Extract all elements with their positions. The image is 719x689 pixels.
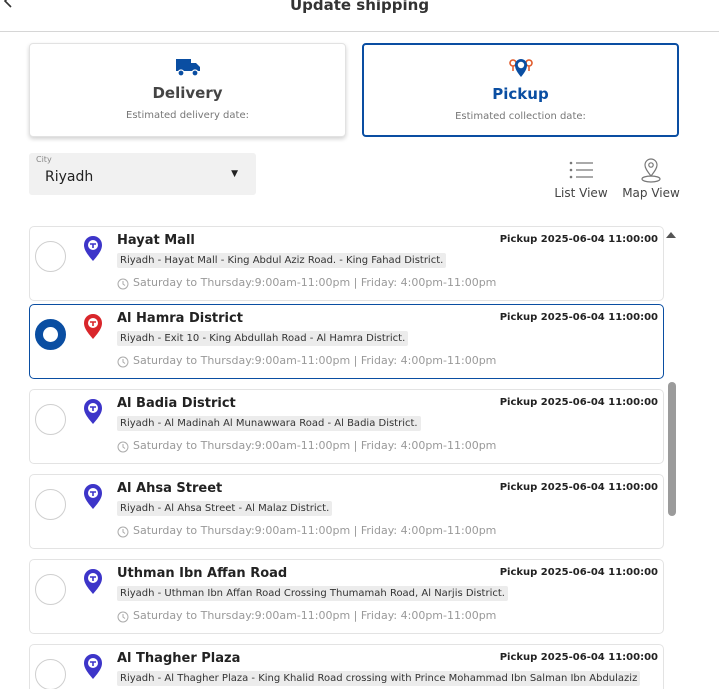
update-shipping-page: Update shipping Delivery Estimated deliv…	[0, 0, 719, 689]
store-pickup-date: Pickup 2025-06-04 11:00:00	[499, 567, 658, 578]
list-icon	[569, 161, 593, 179]
store-pickup-date: Pickup 2025-06-04 11:00:00	[499, 397, 658, 408]
store-hours: Saturday to Thursday:9:00am-11:00pm | Fr…	[133, 354, 497, 367]
store-pickup-date: Pickup 2025-06-04 11:00:00	[499, 234, 658, 245]
city-select[interactable]: City Riyadh ▼	[29, 153, 256, 195]
delivery-estimate-label: Estimated delivery date:	[126, 110, 249, 121]
pickup-option-card[interactable]: Pickup Estimated collection date:	[362, 43, 679, 137]
store-name: Al Thagher Plaza	[117, 651, 241, 666]
store-card[interactable]: Uthman Ibn Affan Road Pickup 2025-06-04 1…	[29, 559, 664, 634]
store-radio[interactable]	[35, 241, 66, 272]
city-value: Riyadh	[45, 169, 94, 185]
map-view-button[interactable]: Map View	[620, 158, 682, 202]
map-pin-icon	[641, 158, 661, 183]
truck-icon	[175, 59, 200, 77]
store-card[interactable]: Al Badia District Pickup 2025-06-04 11:00…	[29, 389, 664, 464]
clock-icon	[117, 611, 129, 623]
pickup-estimate-label: Estimated collection date:	[455, 111, 586, 122]
store-address: Riyadh - Al Madinah Al Munawwara Road - …	[117, 416, 421, 431]
list-view-label: List View	[554, 186, 608, 200]
list-view-button[interactable]: List View	[553, 158, 609, 202]
store-name: Al Ahsa Street	[117, 481, 223, 496]
store-pin-icon	[84, 654, 102, 679]
delivery-title: Delivery	[152, 84, 223, 102]
store-name: Uthman Ibn Affan Road	[117, 566, 288, 581]
city-label: City	[36, 155, 52, 164]
store-pin-icon	[508, 59, 533, 77]
map-view-label: Map View	[622, 186, 680, 200]
store-card[interactable]: Al Hamra District Pickup 2025-06-04 11:00…	[29, 304, 664, 379]
store-pickup-date: Pickup 2025-06-04 11:00:00	[499, 312, 658, 323]
clock-icon	[117, 278, 129, 290]
header: Update shipping	[0, 0, 719, 32]
store-pin-icon	[84, 569, 102, 594]
store-address: Riyadh - Al Thagher Plaza - King Khalid …	[117, 671, 641, 686]
store-radio[interactable]	[35, 489, 66, 520]
clock-icon	[117, 526, 129, 538]
store-pin-icon	[84, 484, 102, 509]
clock-icon	[117, 441, 129, 453]
store-pin-icon	[84, 399, 102, 424]
store-name: Al Hamra District	[117, 311, 243, 326]
store-hours: Saturday to Thursday:9:00am-11:00pm | Fr…	[133, 609, 497, 622]
store-radio[interactable]	[35, 319, 66, 350]
store-hours: Saturday to Thursday:9:00am-11:00pm | Fr…	[133, 276, 497, 289]
store-radio[interactable]	[35, 574, 66, 605]
pickup-title: Pickup	[492, 85, 549, 103]
store-name: Al Badia District	[117, 396, 236, 411]
store-pin-icon	[84, 236, 102, 261]
store-address: Riyadh - Hayat Mall - King Abdul Aziz Ro…	[117, 253, 447, 268]
store-list[interactable]: Hayat Mall Pickup 2025-06-04 11:00:00 Riya…	[0, 222, 719, 689]
store-radio[interactable]	[35, 404, 66, 435]
clock-icon	[117, 356, 129, 368]
page-title: Update shipping	[289, 0, 430, 14]
store-address: Riyadh - Uthman Ibn Affan Road Crossing …	[117, 586, 508, 601]
scrollbar-thumb[interactable]	[668, 382, 676, 516]
store-address: Riyadh - Exit 10 - King Abdullah Road - …	[117, 331, 409, 346]
delivery-option-card[interactable]: Delivery Estimated delivery date:	[29, 43, 346, 137]
store-name: Hayat Mall	[117, 233, 195, 248]
store-card[interactable]: Al Thagher Plaza Pickup 2025-06-04 11:00:…	[29, 644, 664, 689]
store-hours: Saturday to Thursday:9:00am-11:00pm | Fr…	[133, 439, 497, 452]
scroll-up-arrow-icon[interactable]	[666, 231, 676, 239]
store-hours: Saturday to Thursday:9:00am-11:00pm | Fr…	[133, 524, 497, 537]
store-pickup-date: Pickup 2025-06-04 11:00:00	[499, 482, 658, 493]
store-card[interactable]: Hayat Mall Pickup 2025-06-04 11:00:00 Riya…	[29, 226, 664, 301]
caret-down-icon: ▼	[231, 169, 238, 179]
store-card[interactable]: Al Ahsa Street Pickup 2025-06-04 11:00:00…	[29, 474, 664, 549]
store-pickup-date: Pickup 2025-06-04 11:00:00	[499, 652, 658, 663]
store-address: Riyadh - Al Ahsa Street - Al Malaz Distr…	[117, 501, 333, 516]
store-pin-icon	[84, 314, 102, 339]
store-radio[interactable]	[35, 659, 66, 689]
